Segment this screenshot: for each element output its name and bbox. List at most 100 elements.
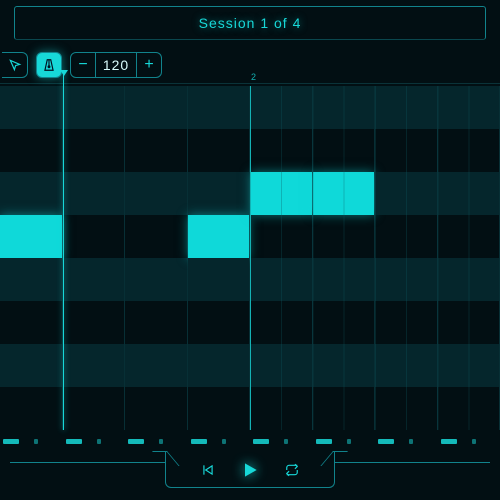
- kick-note: [222, 439, 226, 444]
- grid-column[interactable]: [0, 86, 63, 430]
- grid-cell[interactable]: [63, 344, 125, 387]
- tempo-decrease-button[interactable]: −: [71, 53, 95, 77]
- grid-cell[interactable]: [0, 86, 62, 129]
- note-grid[interactable]: [0, 86, 500, 430]
- grid-cell[interactable]: [438, 86, 500, 129]
- play-button[interactable]: [240, 460, 260, 480]
- grid-cell[interactable]: [438, 344, 500, 387]
- grid-cell[interactable]: [251, 129, 312, 172]
- grid-column[interactable]: [313, 86, 376, 430]
- grid-cell[interactable]: [188, 172, 250, 215]
- grid-cell[interactable]: [125, 301, 187, 344]
- kick-cell[interactable]: [406, 434, 437, 448]
- kick-cell[interactable]: [438, 434, 469, 448]
- grid-cell[interactable]: [251, 86, 312, 129]
- grid-cell[interactable]: [0, 387, 62, 430]
- grid-cell[interactable]: [251, 172, 312, 215]
- grid-cell[interactable]: [0, 172, 62, 215]
- grid-cell[interactable]: [438, 387, 500, 430]
- grid-cell[interactable]: [375, 387, 437, 430]
- grid-cell[interactable]: [188, 129, 250, 172]
- kick-cell[interactable]: [281, 434, 312, 448]
- kick-cell[interactable]: [344, 434, 375, 448]
- grid-column[interactable]: [188, 86, 251, 430]
- grid-cell[interactable]: [438, 129, 500, 172]
- grid-column[interactable]: [125, 86, 188, 430]
- kick-cell[interactable]: [94, 434, 125, 448]
- grid-cell[interactable]: [188, 258, 250, 301]
- kick-cell[interactable]: [469, 434, 500, 448]
- grid-cell[interactable]: [313, 258, 375, 301]
- skip-back-button[interactable]: [198, 460, 218, 480]
- tempo-increase-button[interactable]: +: [137, 53, 161, 77]
- grid-cell[interactable]: [313, 301, 375, 344]
- grid-cell[interactable]: [188, 387, 250, 430]
- grid-cell[interactable]: [375, 172, 437, 215]
- kick-cell[interactable]: [63, 434, 94, 448]
- loop-button[interactable]: [282, 460, 302, 480]
- grid-cell[interactable]: [313, 86, 375, 129]
- grid-cell[interactable]: [125, 172, 187, 215]
- kick-cell[interactable]: [375, 434, 406, 448]
- grid-cell[interactable]: [0, 344, 62, 387]
- grid-cell[interactable]: [0, 301, 62, 344]
- kick-note: [253, 439, 269, 444]
- grid-cell[interactable]: [0, 129, 62, 172]
- grid-cell[interactable]: [375, 215, 437, 258]
- grid-column[interactable]: [250, 86, 313, 430]
- grid-cell[interactable]: [313, 172, 375, 215]
- grid-cell[interactable]: [63, 387, 125, 430]
- grid-cell[interactable]: [188, 344, 250, 387]
- tool-cursor[interactable]: [2, 52, 28, 78]
- grid-column[interactable]: [438, 86, 500, 430]
- grid-cell[interactable]: [438, 258, 500, 301]
- kick-cell[interactable]: [188, 434, 219, 448]
- grid-cell[interactable]: [313, 215, 375, 258]
- grid-cell[interactable]: [125, 215, 187, 258]
- kick-cell[interactable]: [125, 434, 156, 448]
- grid-cell[interactable]: [313, 129, 375, 172]
- grid-cell[interactable]: [251, 215, 312, 258]
- playhead[interactable]: [63, 70, 64, 430]
- grid-cell[interactable]: [375, 344, 437, 387]
- kick-cell[interactable]: [156, 434, 187, 448]
- kick-cell[interactable]: [313, 434, 344, 448]
- kick-cell[interactable]: [0, 434, 31, 448]
- grid-cell[interactable]: [438, 172, 500, 215]
- kick-cell[interactable]: [250, 434, 281, 448]
- grid-cell[interactable]: [375, 301, 437, 344]
- grid-column[interactable]: [63, 86, 126, 430]
- grid-cell[interactable]: [125, 86, 187, 129]
- grid-cell[interactable]: [375, 258, 437, 301]
- grid-cell[interactable]: [251, 258, 312, 301]
- grid-cell[interactable]: [125, 344, 187, 387]
- grid-cell[interactable]: [188, 215, 250, 258]
- grid-cell[interactable]: [63, 129, 125, 172]
- grid-cell[interactable]: [188, 86, 250, 129]
- grid-cell[interactable]: [0, 215, 62, 258]
- grid-cell[interactable]: [63, 172, 125, 215]
- grid-cell[interactable]: [375, 129, 437, 172]
- grid-cell[interactable]: [63, 258, 125, 301]
- grid-cell[interactable]: [313, 387, 375, 430]
- grid-cell[interactable]: [63, 86, 125, 129]
- grid-cell[interactable]: [438, 215, 500, 258]
- tool-metronome[interactable]: [36, 52, 62, 78]
- grid-cell[interactable]: [251, 301, 312, 344]
- grid-cell[interactable]: [0, 258, 62, 301]
- grid-cell[interactable]: [63, 301, 125, 344]
- grid-cell[interactable]: [438, 301, 500, 344]
- grid-cell[interactable]: [125, 129, 187, 172]
- kick-cell[interactable]: [219, 434, 250, 448]
- grid-cell[interactable]: [251, 387, 312, 430]
- grid-cell[interactable]: [125, 258, 187, 301]
- grid-cell[interactable]: [125, 387, 187, 430]
- grid-column[interactable]: [375, 86, 438, 430]
- kick-track[interactable]: [0, 434, 500, 448]
- grid-cell[interactable]: [188, 301, 250, 344]
- grid-cell[interactable]: [251, 344, 312, 387]
- grid-cell[interactable]: [313, 344, 375, 387]
- grid-cell[interactable]: [375, 86, 437, 129]
- kick-cell[interactable]: [31, 434, 62, 448]
- grid-cell[interactable]: [63, 215, 125, 258]
